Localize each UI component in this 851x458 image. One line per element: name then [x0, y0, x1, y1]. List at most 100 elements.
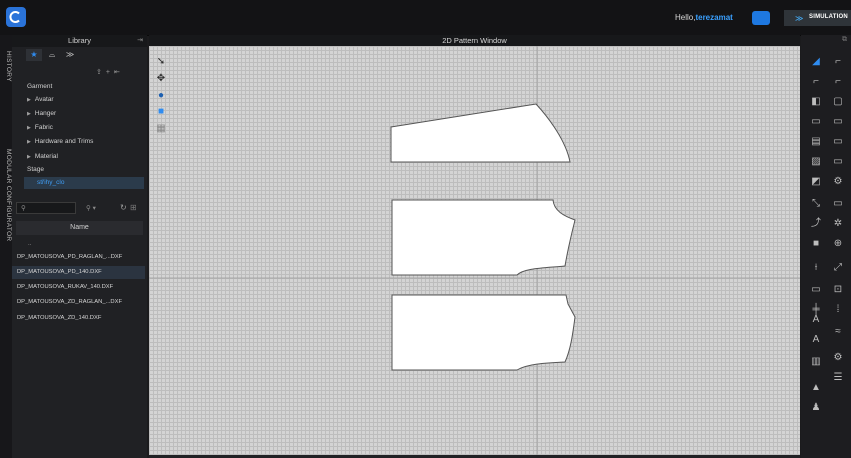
pleat-icon[interactable]: ◩	[807, 175, 825, 189]
star-icon[interactable]: ★	[26, 49, 42, 61]
tack-icon[interactable]: ✲	[829, 217, 847, 231]
zoom-icon[interactable]: ●	[154, 89, 168, 103]
layout-icon[interactable]: ▥	[807, 355, 825, 369]
text-size-icon[interactable]: A	[807, 333, 825, 347]
free-sewing-icon[interactable]: ▭	[829, 197, 847, 211]
pattern-window-header: 2D Pattern Window	[149, 35, 800, 46]
greeting-text: Hello,	[675, 13, 696, 22]
tab-history[interactable]: HISTORY	[0, 43, 12, 89]
greeting: Hello,terezamat	[675, 13, 733, 22]
library-item-fabric[interactable]: ▶ Fabric	[27, 122, 53, 134]
library-title: Library	[68, 36, 91, 45]
file-item[interactable]: DP_MATOUSOVA_RUKAV_140.DXF	[12, 281, 145, 294]
expand-arrow-icon[interactable]: ▶	[27, 154, 31, 160]
library-tabs: ★ ⌓ ≫	[26, 49, 86, 61]
select-mesh-icon[interactable]: ◢	[807, 55, 825, 69]
transform-pattern-icon[interactable]: ➘	[154, 55, 168, 69]
right-toolbar: ⧉ ◢ ⌐ ⌐ ⌐ ◧ ▢ ▭ ▭ ▤ ▭ ▨ ▭ ◩ ⚙ ⤡ ▭ ⤴ ✲ ■ …	[801, 35, 851, 458]
gather-icon[interactable]: ⚙	[829, 175, 847, 189]
internal-polygon-icon[interactable]: ▭	[807, 115, 825, 129]
library-item-hardware[interactable]: ▶ Hardware and Trims	[27, 136, 93, 148]
edit-curve-icon[interactable]: ⌐	[807, 75, 825, 89]
avatar-pin-icon[interactable]: ♟	[807, 401, 825, 415]
refresh-icon[interactable]: ↻	[120, 203, 127, 212]
pattern-window: 2D Pattern Window	[149, 35, 800, 458]
library-item-hanger[interactable]: ▶ Hanger	[27, 108, 56, 120]
search-input[interactable]: ⚲	[16, 202, 76, 214]
polygon-icon[interactable]: ◧	[807, 95, 825, 109]
library-item-label: Avatar	[34, 96, 54, 103]
plus-icon[interactable]: +	[106, 69, 114, 76]
trace-icon[interactable]: ⤴	[807, 217, 825, 231]
expand-window-icon[interactable]: ⧉	[842, 36, 847, 44]
transform-icon[interactable]: ⌐	[829, 55, 847, 69]
simulation-label: SIMULATION	[809, 14, 848, 20]
back-icon[interactable]: ⇤	[114, 69, 124, 76]
button-icon[interactable]: ⊕	[829, 237, 847, 251]
segment-sewing-icon[interactable]: ⤡	[807, 197, 825, 211]
measure-icon[interactable]: ⤢	[829, 261, 847, 275]
library-item-material[interactable]: ▶ Material	[27, 151, 58, 163]
expand-arrow-icon[interactable]: ▶	[27, 97, 31, 103]
dart-icon[interactable]: ▤	[807, 135, 825, 149]
expand-arrow-icon[interactable]: ▶	[27, 139, 31, 145]
rectangle-icon[interactable]: ▢	[829, 95, 847, 109]
library-item-garment[interactable]: Garment	[27, 81, 52, 93]
simulation-button[interactable]: ≫ SIMULATION	[784, 10, 851, 26]
username[interactable]: terezamat	[695, 13, 732, 22]
pattern-canvas[interactable]	[149, 46, 800, 455]
ruler-icon[interactable]: ▭	[807, 283, 825, 297]
library-item-label: Stage	[27, 166, 44, 173]
wave-icon[interactable]: ≈	[829, 325, 847, 339]
grading-icon[interactable]: ⁞	[829, 303, 847, 317]
simulation-chevron-icon: ≫	[795, 14, 804, 23]
graphic-icon[interactable]: ▲	[807, 381, 825, 395]
seam-allowance-icon[interactable]: ▦	[154, 122, 168, 136]
library-item-label: Material	[34, 153, 58, 160]
file-item[interactable]: DP_MATOUSOVA_PD_RAGLAN_...DXF	[12, 251, 145, 264]
curve-point-icon[interactable]: ⌐	[829, 75, 847, 89]
library-item-label: Fabric	[34, 124, 53, 131]
library-item-stage[interactable]: Stage	[27, 164, 44, 176]
pattern-window-title: 2D Pattern Window	[442, 36, 507, 45]
print-icon[interactable]: ☰	[829, 371, 847, 385]
search-options-icon[interactable]: ⚲ ▾	[86, 204, 96, 212]
pin-icon[interactable]: ⇥	[137, 36, 143, 44]
fabric-edit-icon[interactable]: ⚙	[829, 351, 847, 365]
library-item-avatar[interactable]: ▶ Avatar	[27, 94, 54, 106]
tab-modular-configurator[interactable]: MODULAR CONFIGURATOR	[0, 133, 12, 257]
edit-point-icon[interactable]: ✥	[154, 72, 168, 86]
library-panel: Library ⇥ ★ ⌓ ≫ ⇪+⇤ Garment ▶ Avatar ▶ Han…	[12, 35, 147, 458]
library-item-label: Hanger	[34, 110, 57, 117]
file-item[interactable]: DP_MATOUSOVA_ZD_140.DXF	[12, 312, 145, 325]
library-toolbar: ⇪+⇤	[96, 68, 124, 76]
notch-icon[interactable]: ▭	[829, 135, 847, 149]
zipper-icon[interactable]: ⟊	[807, 261, 825, 275]
internal-rect-icon[interactable]: ▭	[829, 115, 847, 129]
expand-arrow-icon[interactable]: ▶	[27, 125, 31, 131]
text-icon[interactable]: A	[807, 313, 825, 327]
pattern-piece-2	[391, 199, 576, 276]
file-item[interactable]: DP_MATOUSOVA_ZD_RAGLAN_...DXF	[12, 296, 145, 309]
file-item-selected[interactable]: DP_MATOUSOVA_PD_140.DXF	[12, 266, 145, 279]
upload-icon[interactable]: ⇪	[96, 69, 106, 76]
sewing-icon[interactable]: ▨	[807, 155, 825, 169]
grid-view-icon[interactable]: ⊞	[130, 203, 137, 212]
library-item-label: Garment	[27, 83, 53, 90]
fabric-icon[interactable]: ≫	[62, 49, 78, 61]
cloud-sync-icon[interactable]	[752, 11, 770, 25]
parent-directory[interactable]: ..	[28, 241, 31, 247]
expand-arrow-icon[interactable]: ▶	[27, 111, 31, 117]
fold-icon[interactable]: ▭	[829, 155, 847, 169]
library-item-strihy-clo[interactable]: střihy_clo	[24, 177, 144, 189]
clo-logo-icon[interactable]	[6, 7, 26, 27]
search-icon: ⚲	[21, 205, 26, 212]
hanger-icon[interactable]: ⌓	[44, 49, 60, 61]
name-column-header[interactable]: Name	[16, 221, 143, 235]
ruler-edit-icon[interactable]: ⊡	[829, 283, 847, 297]
show-fabric-icon[interactable]: ■	[154, 105, 168, 119]
library-header: Library ⇥	[12, 35, 147, 47]
top-bar: Hello,terezamat ≫ SIMULATION	[0, 0, 851, 36]
puckering-icon[interactable]: ■	[807, 237, 825, 251]
library-item-label: střihy_clo	[37, 179, 65, 186]
